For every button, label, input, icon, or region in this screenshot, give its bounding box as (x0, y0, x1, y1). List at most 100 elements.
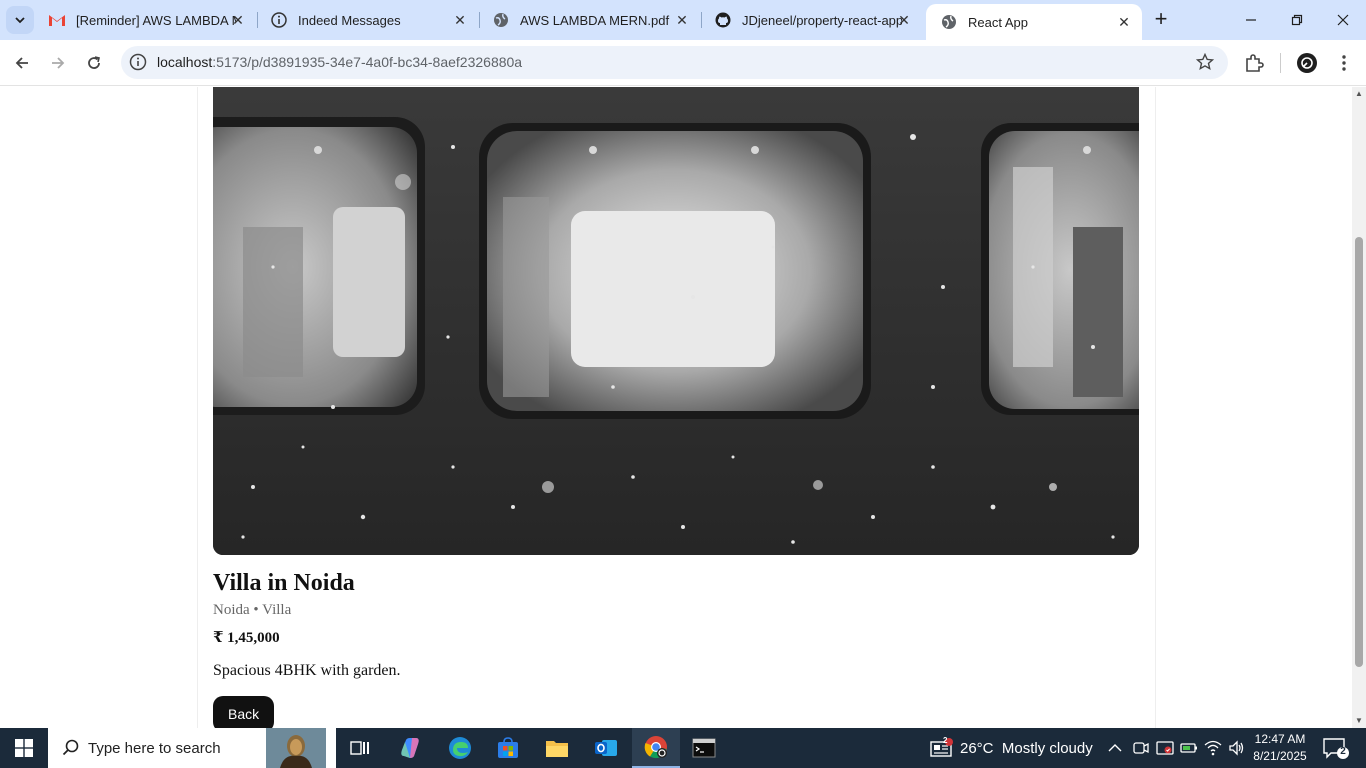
clock-date: 8/21/2025 (1253, 749, 1307, 763)
battery-button[interactable] (1180, 728, 1198, 768)
browser-menu-button[interactable] (1332, 51, 1356, 75)
outlook-button[interactable] (582, 728, 630, 768)
globe-icon (492, 11, 510, 29)
tab-title: AWS LAMBDA MERN.pdf (520, 12, 670, 28)
show-hidden-icons-button[interactable] (1107, 728, 1123, 768)
start-button[interactable] (0, 728, 48, 768)
wifi-icon (1204, 740, 1222, 756)
reload-button[interactable] (80, 49, 108, 77)
speaker-icon (1229, 740, 1244, 756)
bookmark-star-icon[interactable] (1196, 53, 1214, 71)
restore-icon (1291, 14, 1303, 26)
taskbar-clock[interactable]: 12:47 AM 8/21/2025 (1252, 731, 1308, 765)
close-icon[interactable]: ✕ (230, 12, 246, 28)
tab-github[interactable]: JDjeneel/property-react-app ✕ (700, 0, 922, 40)
task-view-icon (350, 741, 369, 755)
microsoft-store-icon (498, 737, 518, 758)
scroll-up-arrow-icon[interactable]: ▲ (1354, 89, 1364, 99)
arrow-right-icon (52, 57, 65, 69)
property-title: Villa in Noida (213, 570, 355, 596)
puzzle-icon (1246, 54, 1264, 72)
profile-avatar-icon (1297, 53, 1317, 73)
clock-time: 12:47 AM (1254, 732, 1306, 746)
globe-icon (940, 13, 958, 31)
tab-title: React App (968, 14, 1028, 30)
chrome-icon (644, 736, 667, 759)
chrome-button[interactable] (632, 728, 680, 768)
battery-icon (1180, 743, 1197, 753)
close-icon[interactable]: ✕ (674, 12, 690, 28)
store-button[interactable] (484, 728, 532, 768)
page-scrollbar[interactable]: ▲ ▼ (1352, 87, 1366, 728)
security-monitor-icon (1156, 741, 1174, 755)
tab-title: JDjeneel/property-react-app (742, 12, 902, 28)
back-button[interactable]: Back (213, 696, 275, 728)
tab-title: Indeed Messages (298, 12, 401, 28)
file-explorer-button[interactable] (533, 728, 581, 768)
taskbar-search-box[interactable]: Type here to search (48, 728, 336, 768)
search-placeholder: Type here to search (88, 739, 221, 757)
outlook-icon (595, 740, 617, 756)
url-path: :5173/p/d3891935-34e7-4a0f-bc34-8aef2326… (212, 54, 523, 70)
close-icon[interactable]: ✕ (896, 12, 912, 28)
edge-icon (449, 737, 471, 759)
tab-indeed[interactable]: Indeed Messages ✕ (256, 0, 478, 40)
property-description: Spacious 4BHK with garden. (213, 662, 401, 679)
scroll-down-arrow-icon[interactable]: ▼ (1354, 716, 1364, 726)
close-icon[interactable]: ✕ (1116, 14, 1132, 30)
minimize-button[interactable] (1228, 0, 1274, 40)
train-windows-image (213, 87, 1139, 555)
close-window-button[interactable] (1320, 0, 1366, 40)
wifi-button[interactable] (1204, 728, 1222, 768)
tab-react-app[interactable]: React App ✕ (926, 4, 1142, 40)
windows-taskbar: Type here to search 2 26°C Mostly cloudy (0, 728, 1366, 768)
notification-count: 2 (1340, 746, 1346, 757)
weather-widget[interactable]: 2 26°C Mostly cloudy (930, 728, 1093, 768)
notification-center-button[interactable]: 2 (1322, 736, 1350, 760)
terminal-icon (692, 738, 716, 758)
weather-text: 26°C Mostly cloudy (960, 739, 1093, 757)
arrow-left-icon (15, 57, 28, 69)
volume-button[interactable] (1228, 728, 1246, 768)
new-tab-button[interactable]: + (1150, 8, 1172, 31)
security-tray-button[interactable] (1156, 728, 1174, 768)
edge-button[interactable] (436, 728, 484, 768)
windows-logo-icon (15, 739, 33, 757)
url-text: localhost:5173/p/d3891935-34e7-4a0f-bc34… (157, 54, 522, 70)
restore-button[interactable] (1274, 0, 1320, 40)
close-icon (1337, 14, 1349, 26)
gmail-icon (48, 11, 66, 29)
weather-news-icon (930, 738, 953, 757)
page-viewport: Villa in Noida Noida • Villa ₹ 1,45,000 … (0, 87, 1352, 728)
tab-title: [Reminder] AWS LAMBDA M (76, 12, 236, 28)
url-host: localhost (157, 54, 213, 70)
search-icon (62, 739, 79, 756)
profile-button[interactable] (1295, 51, 1319, 75)
weather-badge: 2 (943, 736, 948, 745)
chevron-up-icon (1108, 744, 1122, 752)
task-view-button[interactable] (336, 728, 384, 768)
copilot-button[interactable] (386, 728, 434, 768)
minimize-icon (1246, 19, 1256, 21)
camera-icon (1133, 742, 1149, 754)
toolbar-divider (1280, 53, 1281, 73)
back-nav-button[interactable] (8, 49, 36, 77)
extensions-button[interactable] (1242, 51, 1266, 75)
chevron-down-icon (15, 17, 25, 24)
scroll-thumb[interactable] (1355, 237, 1363, 667)
meet-now-button[interactable] (1132, 728, 1150, 768)
copilot-icon (401, 738, 419, 758)
address-bar[interactable]: localhost:5173/p/d3891935-34e7-4a0f-bc34… (121, 46, 1228, 79)
site-info-icon[interactable] (129, 53, 147, 71)
tab-search-button[interactable] (6, 6, 34, 34)
browser-toolbar: localhost:5173/p/d3891935-34e7-4a0f-bc34… (0, 40, 1366, 86)
tab-strip: [Reminder] AWS LAMBDA M ✕ Indeed Message… (0, 0, 1366, 40)
forward-nav-button[interactable] (44, 49, 72, 77)
folder-icon (546, 741, 568, 757)
terminal-button[interactable] (680, 728, 728, 768)
close-icon[interactable]: ✕ (452, 12, 468, 28)
tab-pdf[interactable]: AWS LAMBDA MERN.pdf ✕ (478, 0, 700, 40)
search-highlight-image-icon (266, 728, 326, 768)
property-price: ₹ 1,45,000 (213, 630, 280, 646)
tab-gmail[interactable]: [Reminder] AWS LAMBDA M ✕ (34, 0, 256, 40)
